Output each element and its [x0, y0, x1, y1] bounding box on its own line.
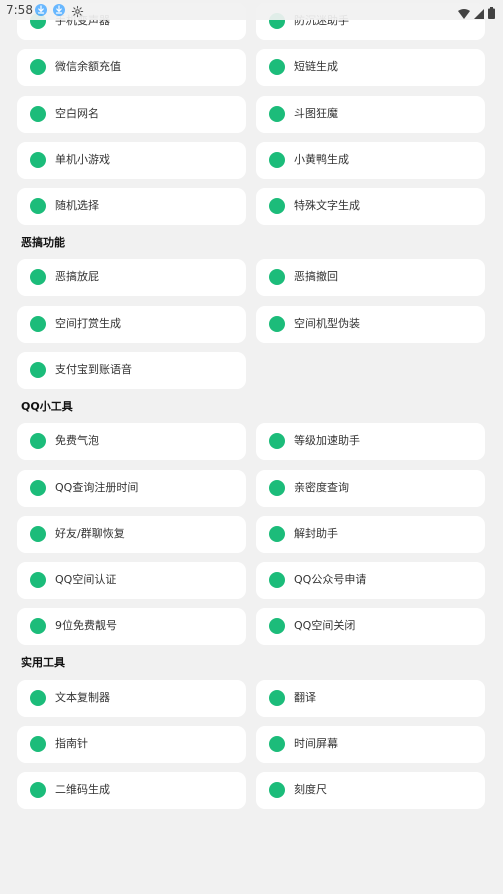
signal-icon [474, 4, 484, 23]
tool-item-label: 空白网名 [55, 107, 99, 120]
tool-item-label: QQ空间关闭 [294, 619, 356, 632]
tool-item-icon [30, 782, 46, 798]
tool-item-icon [269, 618, 285, 634]
tool-item-compass[interactable]: 指南针 [17, 726, 246, 763]
tool-item-icon [30, 433, 46, 449]
tool-item-prank-recall[interactable]: 恶搞撤回 [256, 259, 485, 296]
tool-item-icon [269, 736, 285, 752]
tool-item-label: 9位免费靓号 [55, 619, 117, 632]
tool-item-qzone-close[interactable]: QQ空间关闭 [256, 608, 485, 645]
tool-item-label: 微信余额充值 [55, 60, 121, 73]
tool-item-label: QQ查询注册时间 [55, 481, 139, 494]
tool-item-qzone-reward[interactable]: 空间打赏生成 [17, 306, 246, 343]
gear-icon [71, 3, 84, 22]
tool-item-icon [269, 782, 285, 798]
tool-item-yellow-duck[interactable]: 小黄鸭生成 [256, 142, 485, 179]
tool-item-icon [269, 480, 285, 496]
tool-item-blank-name[interactable]: 空白网名 [17, 96, 246, 133]
tool-item-label: 支付宝到账语音 [55, 363, 132, 376]
tool-item-label: 翻译 [294, 691, 316, 704]
tool-item-short-link[interactable]: 短链生成 [256, 49, 485, 86]
tool-item-qzone-device-spoof[interactable]: 空间机型伪装 [256, 306, 485, 343]
section-title-qq-tools: QQ小工具 [21, 400, 73, 413]
download-icon [53, 4, 65, 16]
tool-item-label: 斗图狂魔 [294, 107, 338, 120]
tool-item-label: 免费气泡 [55, 434, 99, 447]
tool-item-icon [30, 152, 46, 168]
download-icon [35, 4, 47, 16]
tool-item-prank-fart[interactable]: 恶搞放屁 [17, 259, 246, 296]
tool-item-icon [30, 59, 46, 75]
section-title-utility: 实用工具 [21, 656, 65, 669]
tool-item-label: 空间机型伪装 [294, 317, 360, 330]
tool-item-label: 指南针 [55, 737, 88, 750]
battery-icon [488, 4, 495, 23]
tool-item-label: 文本复制器 [55, 691, 110, 704]
tool-item-icon [30, 572, 46, 588]
tool-item-label: 短链生成 [294, 60, 338, 73]
tool-item-label: 时间屏幕 [294, 737, 338, 750]
tool-item-special-text[interactable]: 特殊文字生成 [256, 188, 485, 225]
tool-item-icon [269, 433, 285, 449]
tool-item-qq-register-time[interactable]: QQ查询注册时间 [17, 470, 246, 507]
tool-item-label: 空间打赏生成 [55, 317, 121, 330]
status-time: 7:58 [6, 3, 33, 17]
tool-item-friend-group-restore[interactable]: 好友/群聊恢复 [17, 516, 246, 553]
tool-item-icon [30, 618, 46, 634]
tool-item-qzone-verify[interactable]: QQ空间认证 [17, 562, 246, 599]
tool-item-label: 等级加速助手 [294, 434, 360, 447]
tool-item-icon [30, 690, 46, 706]
tool-item-label: 二维码生成 [55, 783, 110, 796]
tool-item-label: 解封助手 [294, 527, 338, 540]
tool-item-icon [30, 736, 46, 752]
tool-item-icon [269, 269, 285, 285]
tool-item-label: QQ空间认证 [55, 573, 117, 586]
tool-item-label: 亲密度查询 [294, 481, 349, 494]
tool-item-unban-helper[interactable]: 解封助手 [256, 516, 485, 553]
tool-item-text-copier[interactable]: 文本复制器 [17, 680, 246, 717]
tool-item-icon [30, 526, 46, 542]
tool-item-alipay-voice[interactable]: 支付宝到账语音 [17, 352, 246, 389]
tool-item-time-screen[interactable]: 时间屏幕 [256, 726, 485, 763]
tool-item-level-boost[interactable]: 等级加速助手 [256, 423, 485, 460]
tool-item-qq-official-account[interactable]: QQ公众号申请 [256, 562, 485, 599]
section-title-prank: 恶搞功能 [21, 236, 65, 249]
tool-item-icon [30, 106, 46, 122]
tool-item-label: 特殊文字生成 [294, 199, 360, 212]
tool-item-icon [269, 198, 285, 214]
tool-item-wechat-recharge[interactable]: 微信余额充值 [17, 49, 246, 86]
tool-item-label: QQ公众号申请 [294, 573, 367, 586]
tool-item-icon [269, 152, 285, 168]
tool-item-translate[interactable]: 翻译 [256, 680, 485, 717]
tool-item-icon [30, 480, 46, 496]
tool-item-label: 好友/群聊恢复 [55, 527, 125, 540]
tool-item-label: 小黄鸭生成 [294, 153, 349, 166]
tool-item-icon [269, 59, 285, 75]
tool-item-icon [30, 269, 46, 285]
tool-item-free-pretty-number[interactable]: 9位免费靓号 [17, 608, 246, 645]
tool-item-icon [269, 690, 285, 706]
tool-item-icon [30, 316, 46, 332]
tool-item-ruler[interactable]: 刻度尺 [256, 772, 485, 809]
tool-item-qr-code[interactable]: 二维码生成 [17, 772, 246, 809]
wifi-icon [458, 4, 470, 23]
tool-item-intimacy-query[interactable]: 亲密度查询 [256, 470, 485, 507]
tool-item-icon [269, 316, 285, 332]
tool-item-meme-maker[interactable]: 斗图狂魔 [256, 96, 485, 133]
tool-item-icon [269, 526, 285, 542]
tool-item-label: 恶搞撤回 [294, 270, 338, 283]
tool-item-icon [269, 106, 285, 122]
status-icons-right [458, 4, 495, 23]
tool-item-label: 恶搞放屁 [55, 270, 99, 283]
tool-item-icon [269, 572, 285, 588]
tool-item-icon [30, 198, 46, 214]
tool-item-icon [30, 362, 46, 378]
tool-item-label: 随机选择 [55, 199, 99, 212]
status-bar: 7:58 [0, 0, 503, 20]
tool-item-label: 刻度尺 [294, 783, 327, 796]
tool-item-free-bubble[interactable]: 免费气泡 [17, 423, 246, 460]
tool-item-label: 单机小游戏 [55, 153, 110, 166]
tool-item-offline-games[interactable]: 单机小游戏 [17, 142, 246, 179]
tool-item-random-choice[interactable]: 随机选择 [17, 188, 246, 225]
